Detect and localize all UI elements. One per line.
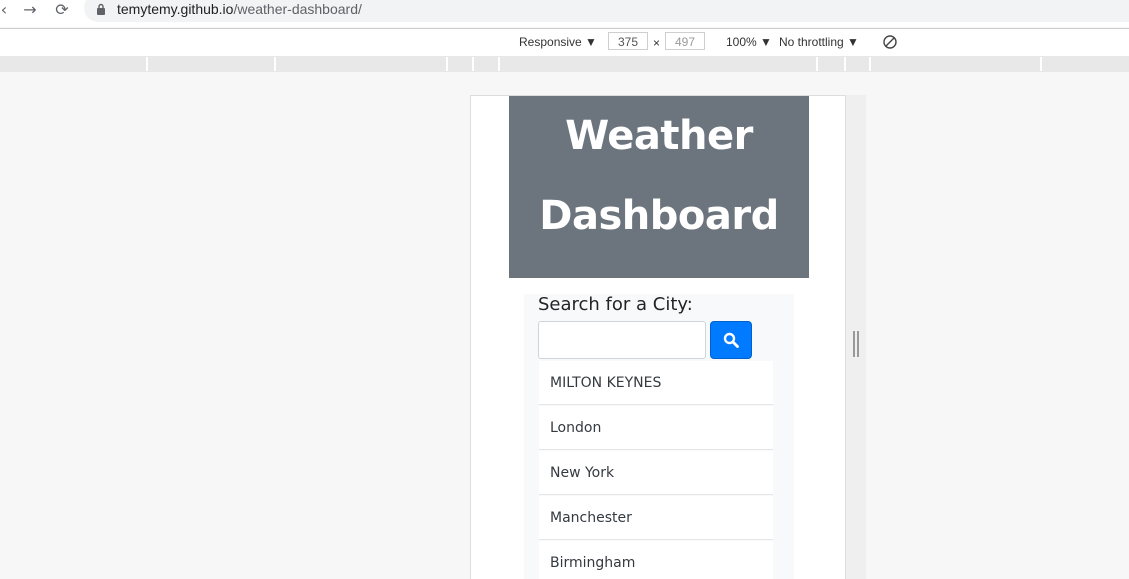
- city-search-input[interactable]: [538, 321, 706, 359]
- width-input[interactable]: 375: [608, 32, 648, 50]
- url-path: /weather-dashboard/: [233, 1, 362, 17]
- history-item[interactable]: MILTON KEYNES: [539, 361, 773, 405]
- chevron-down-icon: ▼: [760, 35, 772, 49]
- page-header: Weather Dashboard: [509, 96, 809, 278]
- height-input[interactable]: 497: [665, 32, 705, 50]
- reload-icon[interactable]: ⟳: [52, 0, 72, 20]
- history-item[interactable]: London: [539, 406, 773, 450]
- browser-address-bar: ‹ → ⟳ temytemy.github.io/weather-dashboa…: [0, 0, 1129, 27]
- back-icon[interactable]: ‹: [0, 0, 14, 20]
- url-text[interactable]: temytemy.github.io/weather-dashboard/: [117, 1, 362, 17]
- chevron-down-icon: ▼: [585, 35, 597, 49]
- device-toolbar: Responsive ▼ 375 × 497 100% ▼ No throttl…: [0, 28, 1129, 57]
- forward-icon[interactable]: →: [20, 0, 40, 20]
- search-button[interactable]: [710, 321, 752, 359]
- rotate-icon[interactable]: [882, 34, 898, 50]
- history-item[interactable]: New York: [539, 451, 773, 495]
- throttling-label: No throttling: [779, 35, 844, 49]
- page-title-line1: Weather: [565, 113, 753, 159]
- zoom-label: 100%: [726, 35, 757, 49]
- search-history-list: MILTON KEYNES London New York Manchester…: [539, 361, 773, 579]
- lock-icon: [97, 3, 105, 15]
- history-item[interactable]: Manchester: [539, 496, 773, 540]
- device-select[interactable]: Responsive ▼: [519, 35, 597, 49]
- search-panel: Search for a City: MILTON KEYNES London …: [524, 294, 794, 579]
- search-label: Search for a City:: [538, 294, 693, 315]
- device-select-label: Responsive: [519, 35, 582, 49]
- dimension-separator: ×: [653, 36, 661, 50]
- resize-handle[interactable]: [853, 331, 859, 357]
- device-viewport: Weather Dashboard Search for a City: MIL…: [470, 95, 846, 579]
- media-query-ruler[interactable]: [0, 56, 1129, 72]
- history-item[interactable]: Birmingham: [539, 541, 773, 579]
- zoom-select[interactable]: 100% ▼: [726, 35, 772, 49]
- chevron-down-icon: ▼: [847, 35, 859, 49]
- search-icon: [723, 332, 739, 348]
- page-title-line2: Dashboard: [539, 193, 779, 239]
- url-host: temytemy.github.io: [117, 1, 234, 17]
- throttling-select[interactable]: No throttling ▼: [779, 35, 859, 49]
